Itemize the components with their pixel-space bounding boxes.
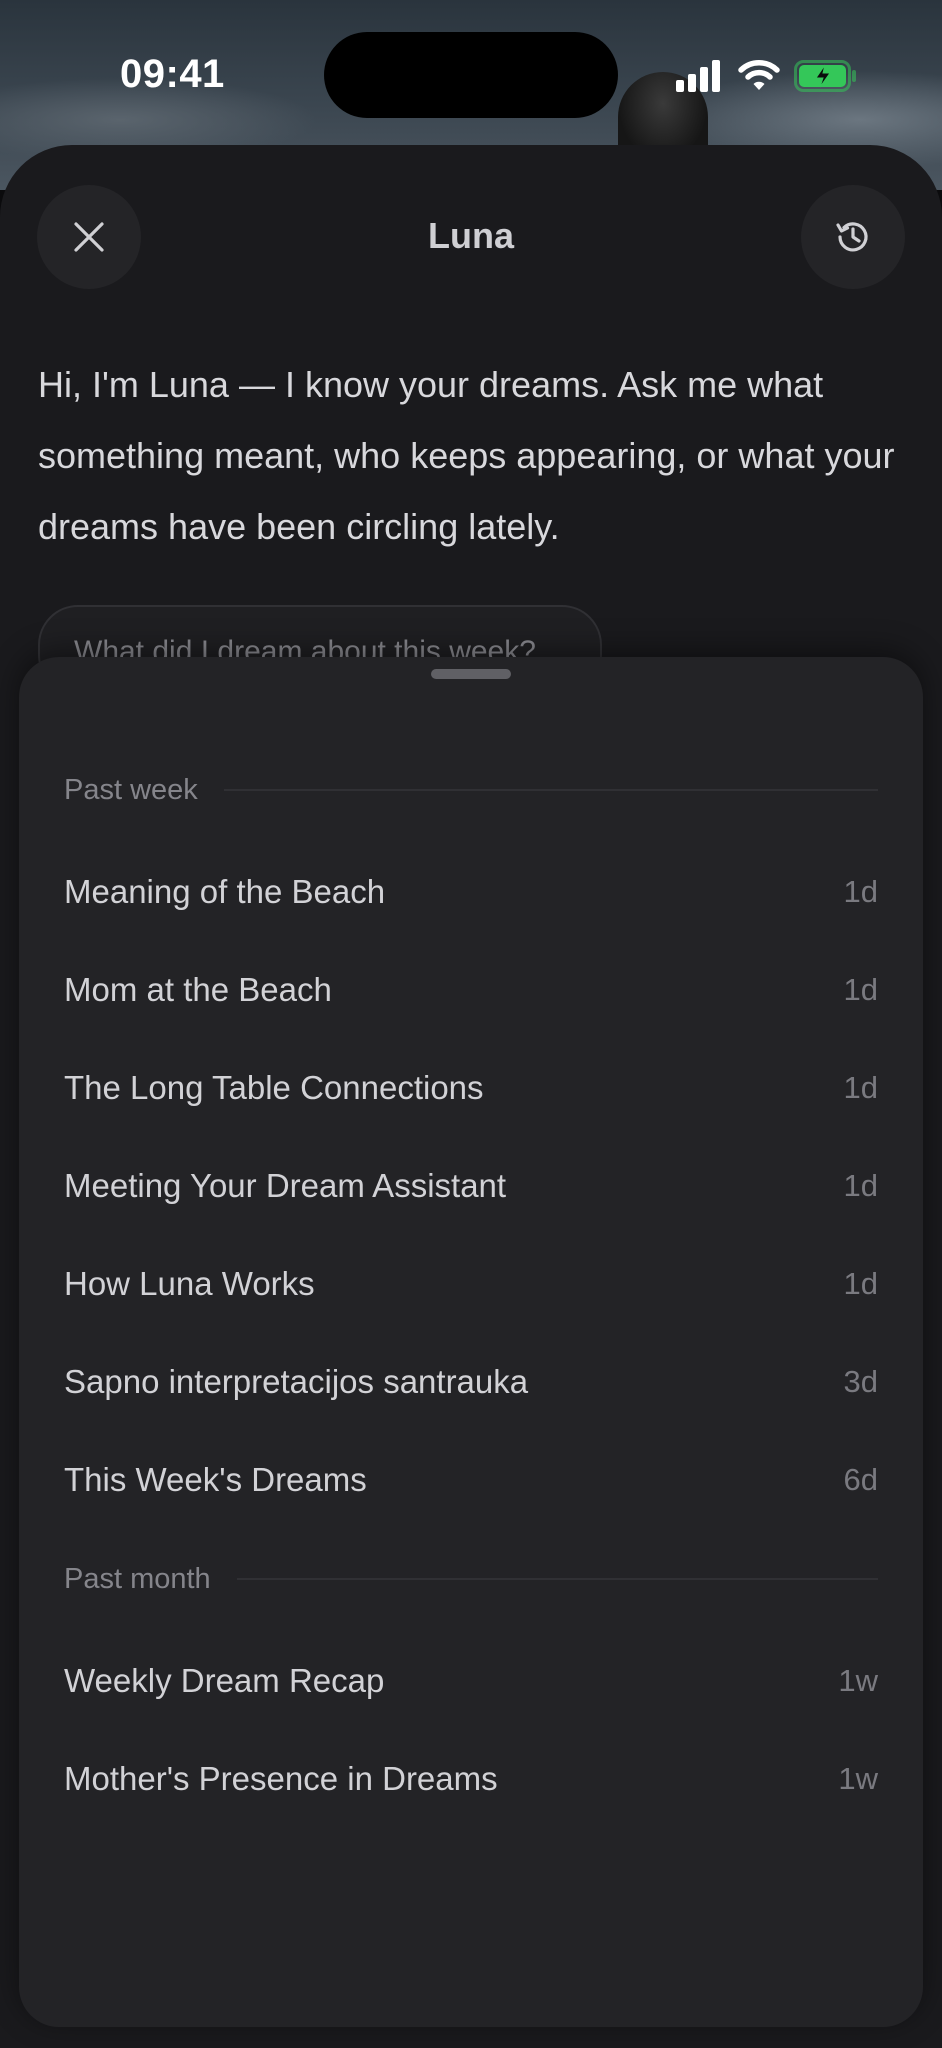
history-item[interactable]: Weekly Dream Recap 1w <box>64 1641 878 1721</box>
history-item-title: Meaning of the Beach <box>64 873 386 910</box>
history-item-age: 3d <box>843 1364 878 1399</box>
history-item-title: Meeting Your Dream Assistant <box>64 1167 507 1204</box>
history-item-age: 1d <box>843 874 878 909</box>
section-label: Past month <box>64 1562 211 1595</box>
history-item-age: 1w <box>838 1761 878 1796</box>
history-item-title: Weekly Dream Recap <box>64 1662 385 1699</box>
history-icon <box>836 222 868 252</box>
history-item-title: This Week's Dreams <box>64 1461 367 1498</box>
section-header-past-week: Past week <box>64 770 878 810</box>
history-item[interactable]: Meeting Your Dream Assistant 1d <box>64 1146 878 1226</box>
dynamic-island <box>324 32 618 118</box>
history-item-title: The Long Table Connections <box>64 1069 484 1106</box>
history-item-age: 6d <box>843 1462 878 1497</box>
status-time: 09:41 <box>120 52 225 96</box>
assistant-intro-message: Hi, I'm Luna — I know your dreams. Ask m… <box>38 364 895 547</box>
history-item-title: Sapno interpretacijos santrauka <box>64 1363 529 1400</box>
battery-charging-icon <box>794 60 856 92</box>
history-item[interactable]: Sapno interpretacijos santrauka 3d <box>64 1342 878 1422</box>
wifi-icon <box>738 60 780 90</box>
section-header-past-month: Past month <box>64 1559 878 1599</box>
history-item[interactable]: Mother's Presence in Dreams 1w <box>64 1739 878 1819</box>
drag-handle[interactable] <box>431 669 511 679</box>
history-item-age: 1d <box>843 1168 878 1203</box>
history-item[interactable]: Mom at the Beach 1d <box>64 950 878 1030</box>
history-button[interactable] <box>801 185 905 289</box>
history-item-title: How Luna Works <box>64 1265 315 1302</box>
divider <box>236 1578 878 1580</box>
history-item[interactable]: The Long Table Connections 1d <box>64 1048 878 1128</box>
history-item[interactable]: How Luna Works 1d <box>64 1244 878 1324</box>
history-item[interactable]: This Week's Dreams 6d <box>64 1440 878 1520</box>
history-item[interactable]: Meaning of the Beach 1d <box>64 852 878 932</box>
chat-history-panel: Past week Meaning of the Beach 1d Mom at… <box>19 657 923 2027</box>
history-item-title: Mother's Presence in Dreams <box>64 1760 498 1797</box>
history-item-age: 1d <box>843 1070 878 1105</box>
history-item-age: 1d <box>843 972 878 1007</box>
history-item-age: 1w <box>838 1663 878 1698</box>
divider <box>223 789 878 791</box>
history-item-age: 1d <box>843 1266 878 1301</box>
history-item-title: Mom at the Beach <box>64 971 332 1008</box>
status-bar: 09:41 <box>0 0 942 150</box>
cellular-signal-icon <box>676 60 720 92</box>
section-label: Past week <box>64 773 198 806</box>
